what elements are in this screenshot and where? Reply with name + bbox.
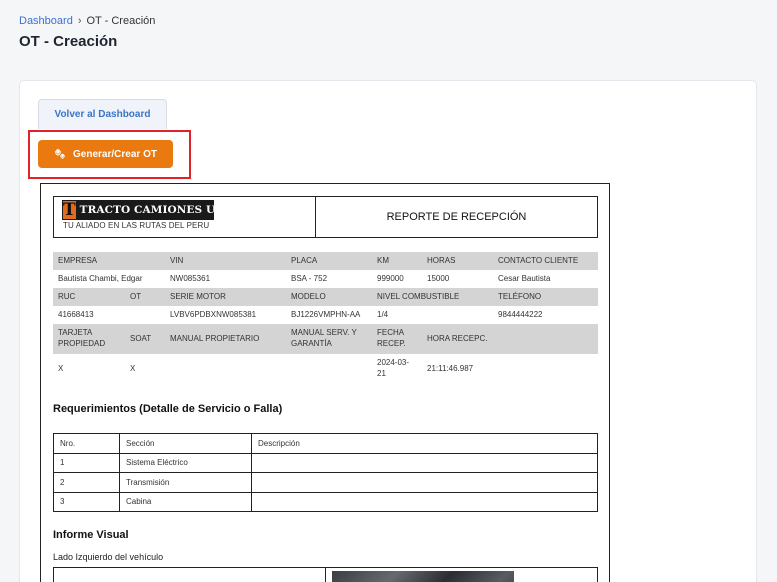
info-header-cell: HORAS (422, 252, 493, 270)
vehicle-info-table: EMPRESA VIN PLACA KM HORAS CONTACTO CLIE… (53, 252, 598, 384)
info-header-cell: VIN (165, 252, 286, 270)
info-value-cell: LVBV6PDBXNW085381 (170, 309, 257, 319)
info-value-cell: NW085361 (170, 273, 211, 283)
visual-report-box (53, 567, 598, 582)
info-header-cell: SOAT (125, 324, 165, 354)
table-cell: Transmisión (119, 472, 252, 493)
info-header-cell: EMPRESA (53, 252, 165, 270)
info-value-cell: 1/4 (377, 309, 389, 319)
info-value-cell: BSA - 752 (291, 273, 328, 283)
info-header-cell: OT (125, 288, 165, 306)
info-header-cell: MODELO (286, 288, 372, 306)
breadcrumb-current: OT - Creación (86, 15, 156, 27)
info-value-cell: 999000 (377, 273, 404, 283)
table-cell: Sistema Eléctrico (119, 452, 252, 473)
page-title: OT - Creación (19, 33, 118, 50)
generate-ot-button[interactable]: Generar/Crear OT (38, 140, 173, 168)
report-title: REPORTE DE RECEPCIÓN (386, 211, 527, 223)
info-value-row: 41668413 LVBV6PDBXNW085381 BJ1226VMPHN-A… (53, 306, 598, 324)
info-header-cell: TARJETA PROPIEDAD (53, 324, 125, 354)
company-logo: T TRACTO CAMIONES USA (62, 199, 231, 220)
info-value-cell: BJ1226VMPHN-AA (291, 309, 361, 319)
company-slogan: TU ALIADO EN LAS RUTAS DEL PERU (63, 221, 210, 230)
info-header-cell: MANUAL SERV. Y GARANTÍA (286, 324, 372, 354)
column-header: Nro. (53, 433, 120, 454)
info-header-cell: NIVEL COMBUSTIBLE (372, 288, 493, 306)
info-value-row: Bautista Chambi, Edgar NW085361 BSA - 75… (53, 270, 598, 288)
table-header-row: Nro. Sección Descripción (53, 433, 598, 454)
info-header-cell: HORA RECEPC. (422, 324, 493, 354)
reception-report-document: T TRACTO CAMIONES USA TU ALIADO EN LAS R… (40, 183, 610, 582)
requirements-table: Nro. Sección Descripción 1 Sistema Eléct… (53, 433, 598, 512)
info-header-row: EMPRESA VIN PLACA KM HORAS CONTACTO CLIE… (53, 252, 598, 270)
table-cell (251, 491, 598, 512)
info-value-cell: 15000 (427, 273, 450, 283)
info-header-cell: MANUAL PROPIETARIO (165, 324, 286, 354)
table-cell: 1 (53, 452, 120, 473)
logo-letter: T (63, 199, 76, 220)
info-header-cell: CONTACTO CLIENTE (493, 252, 598, 270)
info-value-cell: X (58, 363, 64, 373)
info-header-cell: SERIE MOTOR (165, 288, 286, 306)
logo-cell: T TRACTO CAMIONES USA TU ALIADO EN LAS R… (54, 197, 316, 237)
info-header-row: TARJETA PROPIEDAD SOAT MANUAL PROPIETARI… (53, 324, 598, 354)
breadcrumb: Dashboard › OT - Creación (19, 15, 155, 27)
info-value-cell: 2024-03-21 (377, 358, 410, 378)
table-cell: Cabina (119, 491, 252, 512)
info-header-cell: TELÉFONO (493, 288, 598, 306)
vehicle-photo (332, 571, 514, 582)
table-cell (251, 452, 598, 473)
info-header-cell (493, 324, 598, 354)
table-cell: 2 (53, 472, 120, 493)
table-cell (251, 472, 598, 493)
table-row: 1 Sistema Eléctrico (53, 452, 598, 473)
table-cell: 3 (53, 491, 120, 512)
info-header-cell: PLACA (286, 252, 372, 270)
chevron-right-icon: › (77, 15, 82, 27)
info-value-cell: Cesar Bautista (498, 273, 551, 283)
info-header-cell: RUC (53, 288, 125, 306)
visual-report-title: Informe Visual (53, 529, 129, 541)
visual-divider (325, 568, 326, 582)
info-value-cell (493, 354, 598, 384)
info-header-cell: KM (372, 252, 422, 270)
info-value-cell: Bautista Chambi, Edgar (58, 273, 143, 283)
visual-report-subtitle: Lado Izquierdo del vehículo (53, 552, 164, 562)
gears-icon (54, 148, 65, 160)
info-value-cell: 41668413 (58, 309, 94, 319)
info-value-row: X X 2024-03-21 21:11:46.987 (53, 354, 598, 384)
table-row: 3 Cabina (53, 491, 598, 512)
info-value-cell (286, 354, 372, 384)
report-header: T TRACTO CAMIONES USA TU ALIADO EN LAS R… (53, 196, 598, 238)
info-value-cell: 9844444222 (498, 309, 543, 319)
generate-ot-label: Generar/Crear OT (73, 148, 157, 160)
breadcrumb-dashboard-link[interactable]: Dashboard (19, 15, 73, 27)
column-header: Sección (119, 433, 252, 454)
info-header-row: RUC OT SERIE MOTOR MODELO NIVEL COMBUSTI… (53, 288, 598, 306)
info-value-cell: 21:11:46.987 (427, 363, 474, 373)
requirements-title: Requerimientos (Detalle de Servicio o Fa… (53, 403, 283, 415)
back-to-dashboard-button[interactable]: Volver al Dashboard (38, 99, 167, 129)
column-header: Descripción (251, 433, 598, 454)
table-row: 2 Transmisión (53, 472, 598, 493)
info-header-cell: FECHA RECEP. (372, 324, 422, 354)
info-value-cell (125, 306, 165, 324)
info-value-cell (165, 354, 286, 384)
info-value-cell: X (130, 363, 136, 373)
logo-text: TRACTO CAMIONES USA (79, 204, 232, 216)
